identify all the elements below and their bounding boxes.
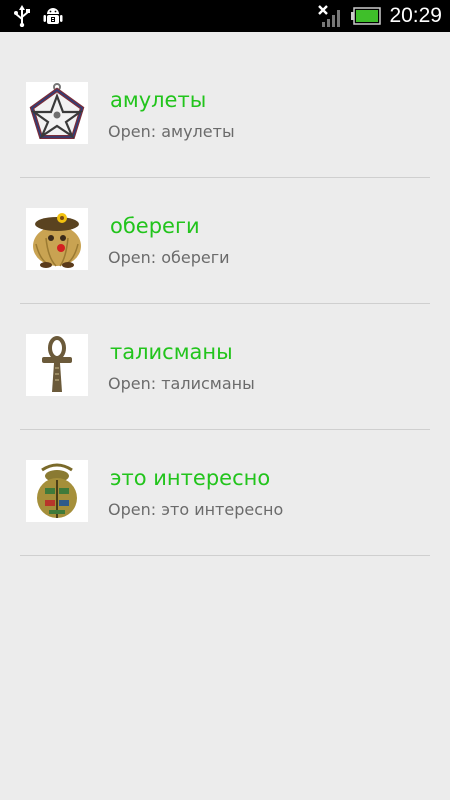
android-debug-icon <box>43 8 63 24</box>
system-icons: 20:29 <box>317 0 442 32</box>
straw-doll-icon <box>26 208 88 270</box>
list-item-subtitle: Open: это интересно <box>108 500 284 519</box>
no-signal-icon <box>318 5 341 27</box>
divider <box>20 555 430 556</box>
status-bar: 20:29 <box>0 0 450 32</box>
usb-icon <box>14 5 30 27</box>
list-item-charms[interactable]: обереги Open: обереги <box>0 158 450 304</box>
list-item-subtitle: Open: амулеты <box>108 122 235 141</box>
list-item-subtitle: Open: обереги <box>108 248 230 267</box>
scarab-icon <box>26 460 88 522</box>
battery-icon <box>351 7 382 25</box>
list-item-title: это интересно <box>110 466 271 490</box>
category-list: амулеты Open: амулеты обереги Open: обер… <box>0 32 450 556</box>
ankh-icon <box>26 334 88 396</box>
notification-icons <box>12 5 64 27</box>
list-item-title: талисманы <box>110 340 233 364</box>
list-item-title: обереги <box>110 214 200 238</box>
list-item-title: амулеты <box>110 88 207 112</box>
pentagram-amulet-icon <box>26 82 88 144</box>
list-item-subtitle: Open: талисманы <box>108 374 255 393</box>
list-item-talismans[interactable]: талисманы Open: талисманы <box>0 284 450 430</box>
list-item-amulets[interactable]: амулеты Open: амулеты <box>0 32 450 178</box>
list-item-interesting[interactable]: это интересно Open: это интересно <box>0 410 450 556</box>
status-clock: 20:29 <box>389 4 442 27</box>
